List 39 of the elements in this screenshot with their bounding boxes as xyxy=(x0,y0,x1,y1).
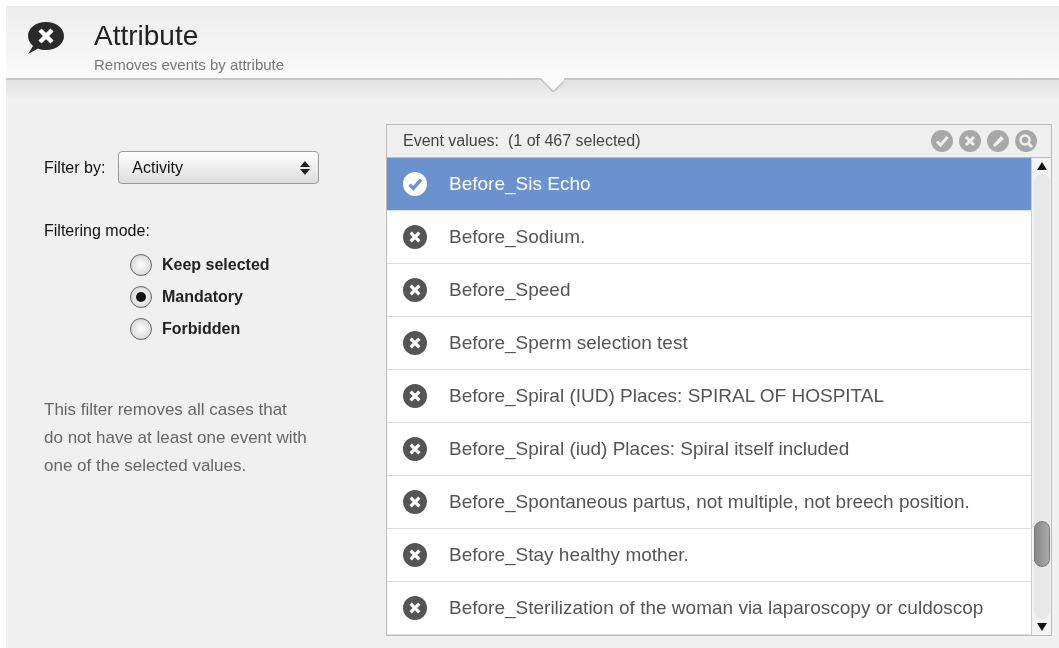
radio-button[interactable] xyxy=(130,286,152,308)
event-value-text: Before_Spiral (IUD) Places: SPIRAL OF HOSPITAL xyxy=(449,385,885,407)
search-tool-icon[interactable] xyxy=(1015,130,1037,152)
up-down-caret-icon xyxy=(300,159,311,176)
event-value-text: Before_Sis Echo xyxy=(449,173,591,195)
close-icon xyxy=(403,278,427,302)
event-value-text: Before_Sperm selection test xyxy=(449,332,688,354)
filter-by-label: Filter by: xyxy=(44,158,106,177)
scroll-down-icon[interactable] xyxy=(1036,623,1047,631)
scroll-up-icon[interactable] xyxy=(1036,162,1047,170)
event-value-text: Before_Stay healthy mother. xyxy=(449,544,689,566)
scrollbar[interactable] xyxy=(1031,158,1051,635)
panel-subtitle: Removes events by attribute xyxy=(94,56,285,73)
event-value-text: Before_Sodium. xyxy=(449,226,586,248)
event-value-text: Before_Spiral (iud) Places: Spiral itself included xyxy=(449,438,850,460)
close-icon xyxy=(403,331,427,355)
close-icon xyxy=(403,225,427,249)
close-icon xyxy=(403,437,427,461)
filter-by-dropdown[interactable]: Activity xyxy=(118,151,320,184)
event-value-text: Before_Speed xyxy=(449,279,571,301)
close-icon xyxy=(403,596,427,620)
scroll-thumb[interactable] xyxy=(1033,521,1050,567)
close-icon xyxy=(403,490,427,514)
radio-option[interactable]: Mandatory xyxy=(130,286,330,308)
deselect-tool-icon[interactable] xyxy=(959,130,981,152)
filtering-mode-label: Filtering mode: xyxy=(44,222,151,240)
close-icon xyxy=(403,543,427,567)
radio-button[interactable] xyxy=(130,318,152,340)
event-value-text: Before_Spontaneous partus, not multiple, not breech position. xyxy=(449,491,970,513)
event-values-heading: Event values: (1 of 467 selected) xyxy=(403,132,641,150)
event-value-text: Before_Sterilization of the woman via laparoscopy or culdoscop xyxy=(449,597,984,619)
filter-description: This filter removes all cases that do not have at least one event with one of the selected values. xyxy=(44,399,308,477)
radio-option[interactable]: Forbidden xyxy=(130,318,330,340)
panel-title: Attribute xyxy=(94,20,200,52)
radio-button[interactable] xyxy=(130,254,152,276)
check-icon xyxy=(403,172,427,196)
select-all-tool-icon[interactable] xyxy=(931,130,953,152)
radio-option[interactable]: Keep selected xyxy=(130,254,330,276)
close-icon xyxy=(403,384,427,408)
